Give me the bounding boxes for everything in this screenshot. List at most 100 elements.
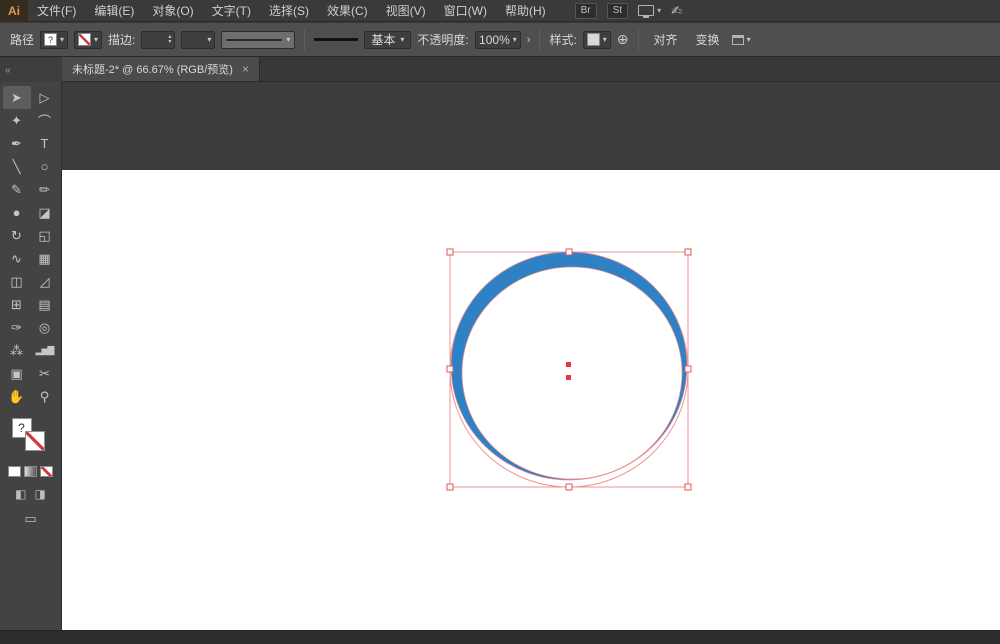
chevron-down-icon: ▾ [657, 6, 662, 15]
chevron-down-icon: ▾ [400, 35, 405, 44]
selected-shape-cutout[interactable] [461, 266, 683, 480]
menu-item-1[interactable]: 文件(F) [28, 0, 85, 22]
graphic-style-dropdown[interactable]: ▾ [582, 30, 611, 49]
collapse-panel-icon[interactable]: « [5, 65, 11, 76]
panel-icon [731, 34, 744, 45]
opacity-panel-chevron-icon[interactable]: › [527, 34, 531, 46]
menu-bar: Ai 文件(F) 编辑(E) 对象(O) 文字(T) 选择(S) 效果(C) 视图(V) 窗口… [0, 0, 1000, 22]
context-label: 路径 [10, 33, 35, 47]
menu-item-8[interactable]: 窗口(W) [435, 0, 496, 22]
gradient-button[interactable] [24, 466, 37, 477]
stroke-weight-dropdown[interactable]: ▾ [181, 30, 216, 49]
app-logo[interactable]: Ai [0, 0, 28, 22]
fill-stroke-indicator: ? [11, 418, 50, 456]
blob-brush-tool[interactable]: ● [3, 201, 31, 224]
transform-button[interactable]: 变换 [690, 29, 726, 50]
monitor-icon [638, 5, 655, 18]
menu-item-2[interactable]: 编辑(E) [85, 0, 143, 22]
chevron-down-icon: ▾ [512, 35, 517, 44]
divider [539, 27, 541, 52]
menu-item-3[interactable]: 对象(O) [143, 0, 202, 22]
pen-tool[interactable]: ✒ [3, 132, 31, 155]
none-button[interactable] [40, 466, 53, 477]
chevron-down-icon: ▾ [94, 35, 99, 44]
width-tool[interactable]: ∿ [3, 247, 31, 270]
eraser-tool[interactable]: ◪ [31, 201, 59, 224]
pencil-tool[interactable]: ✏ [31, 178, 59, 201]
opacity-label: 不透明度: [417, 33, 469, 47]
stroke-weight-label: 描边: [108, 33, 136, 47]
blend-tool[interactable]: ◎ [31, 316, 59, 339]
slice-tool[interactable]: ✂ [31, 362, 59, 385]
chevron-down-icon: ▾ [207, 35, 212, 44]
close-icon[interactable]: × [242, 62, 249, 76]
menu-item-5[interactable]: 选择(S) [260, 0, 318, 22]
document-setup-icon[interactable]: ⊕ [617, 31, 629, 48]
eyedropper-tool[interactable]: ✑ [3, 316, 31, 339]
color-mode-buttons [0, 466, 61, 477]
document-tab-bar: 未标题-2* @ 66.67% (RGB/预览) × [62, 57, 1000, 82]
screen-mode-menu[interactable]: ▾ [638, 5, 662, 18]
menu-item-6[interactable]: 效果(C) [318, 0, 377, 22]
scale-tool[interactable]: ◱ [31, 224, 59, 247]
menu-item-4[interactable]: 文字(T) [203, 0, 260, 22]
ellipse-tool[interactable]: ○ [31, 155, 59, 178]
draw-normal-icon[interactable]: ◧ [15, 487, 26, 501]
illustrator-window: Ai 文件(F) 编辑(E) 对象(O) 文字(T) 选择(S) 效果(C) 视图(V) 窗口… [0, 0, 1000, 644]
variable-width-profile-dropdown[interactable]: ▾ [221, 30, 296, 49]
line-segment-tool[interactable]: ╲ [3, 155, 31, 178]
control-bar: 路径 ? ▾ ▾ 描边: ▴ ▾ ▾ ▾ 基本 ▾ 不透明度: 100% ▾ ›… [0, 23, 1000, 57]
symbol-sprayer-tool[interactable]: ⁂ [3, 339, 31, 362]
document-tab-title: 未标题-2* @ 66.67% (RGB/预览) [72, 64, 233, 76]
stroke-color-control[interactable]: ▾ [74, 30, 103, 49]
chevron-down-icon: ▾ [746, 35, 751, 44]
panel-launcher[interactable]: ▾ [731, 34, 751, 45]
divider [304, 27, 306, 52]
menu-items: 文件(F) 编辑(E) 对象(O) 文字(T) 选择(S) 效果(C) 视图(V) 窗口(W)… [28, 0, 555, 22]
chevron-down-icon: ▾ [286, 35, 291, 44]
stroke-weight-input[interactable]: ▴ ▾ [141, 30, 176, 49]
divider [637, 27, 639, 52]
stock-button[interactable]: St [606, 2, 629, 19]
stepper-icon[interactable]: ▴ ▾ [168, 34, 171, 45]
canvas-area[interactable] [62, 82, 1000, 630]
brush-definition-dropdown[interactable]: 基本 ▾ [364, 30, 412, 49]
status-bar [0, 630, 1000, 644]
hand-tool[interactable]: ✋ [3, 385, 31, 408]
paintbrush-tool[interactable]: ✎ [3, 178, 31, 201]
width-profile-preview [226, 38, 283, 41]
document-tab[interactable]: 未标题-2* @ 66.67% (RGB/预览) × [62, 57, 260, 81]
column-graph-tool[interactable]: ▂▅▇ [31, 339, 59, 362]
selection-tool[interactable]: ➤ [2, 86, 31, 109]
menu-item-9[interactable]: 帮助(H) [496, 0, 555, 22]
shape-builder-tool[interactable]: ◫ [3, 270, 31, 293]
perspective-grid-tool[interactable]: ◿ [31, 270, 59, 293]
stepper-down-icon[interactable]: ▾ [168, 39, 171, 45]
zoom-tool[interactable]: ⚲ [31, 385, 59, 408]
change-screen-mode-button[interactable]: ▭ [0, 511, 61, 527]
screen-mode-icon: ▭ [24, 511, 37, 526]
signature-icon[interactable]: ✍ [671, 3, 682, 19]
align-button[interactable]: 对齐 [648, 29, 684, 50]
chevron-down-icon: ▾ [60, 35, 65, 44]
stroke-color-swatch[interactable] [24, 431, 45, 451]
menu-item-7[interactable]: 视图(V) [377, 0, 435, 22]
lasso-tool[interactable]: ⌒ [31, 109, 59, 132]
color-button[interactable] [8, 466, 21, 477]
brush-definition-label: 基本 [371, 33, 396, 47]
mesh-tool[interactable]: ⊞ [3, 293, 31, 316]
tool-panel: ➤ ▷ ✦ ⌒ ✒ T ╲ ○ ✎ ✏ ● ◪ ↻ ◱ ∿ ▦ ◫ ◿ ⊞ ▤ ✑ ◎ ⁂ ▂▅▇ ▣ ✂ ✋ ⚲ ? ◧ ◨ ▭ [0, 82, 62, 630]
free-transform-tool[interactable]: ▦ [31, 247, 59, 270]
bridge-button[interactable]: Br [574, 2, 597, 19]
rotate-tool[interactable]: ↻ [3, 224, 31, 247]
direct-selection-tool[interactable]: ▷ [31, 86, 59, 109]
gradient-tool[interactable]: ▤ [31, 293, 59, 316]
menubar-right-cluster: Br St ▾ ✍ [574, 2, 682, 19]
draw-behind-icon[interactable]: ◨ [35, 487, 46, 501]
fill-color-control[interactable]: ? ▾ [40, 30, 69, 49]
opacity-input[interactable]: 100% ▾ [474, 30, 521, 49]
stroke-none-swatch [78, 33, 92, 46]
type-tool[interactable]: T [31, 132, 59, 155]
artboard-tool[interactable]: ▣ [3, 362, 31, 385]
magic-wand-tool[interactable]: ✦ [3, 109, 31, 132]
